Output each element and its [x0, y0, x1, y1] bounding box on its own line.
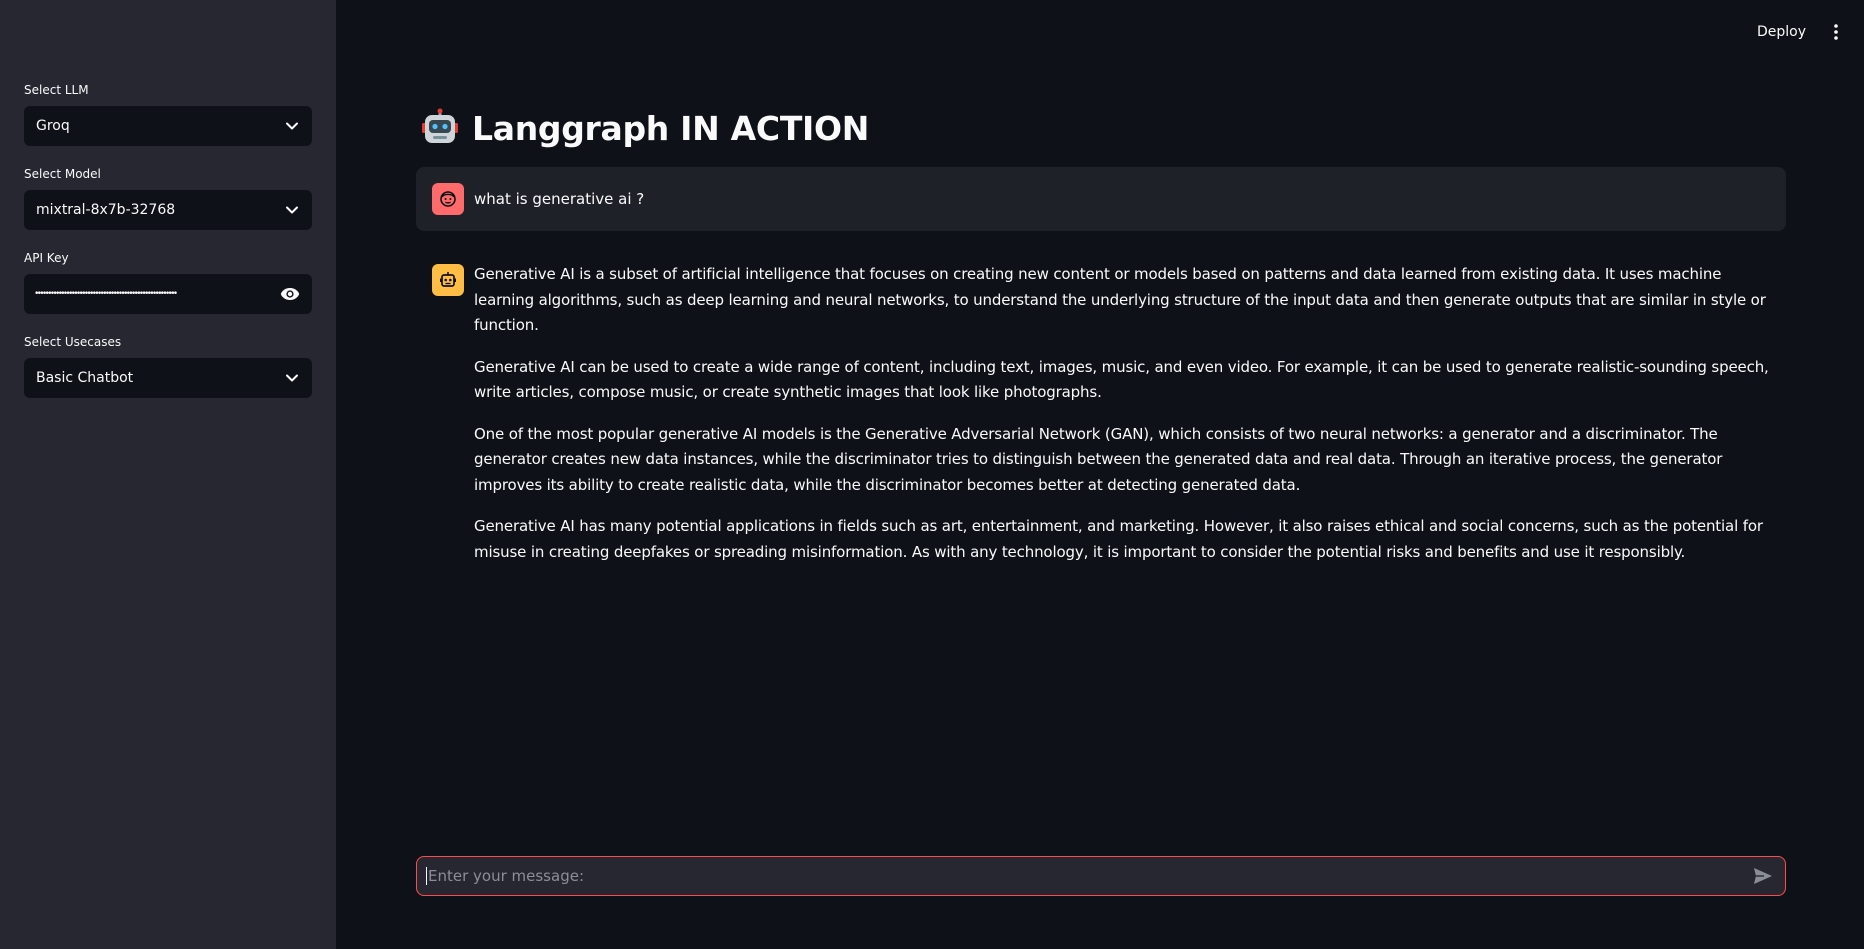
api-key-label: API Key [24, 251, 69, 265]
app-root: Select LLM Groq Select Model mixtral-8x7… [0, 0, 1864, 949]
kebab-menu-icon[interactable] [1826, 20, 1846, 44]
chat-message-assistant: Generative AI is a subset of artificial … [416, 262, 1786, 581]
assistant-message-content: Generative AI is a subset of artificial … [474, 262, 1784, 581]
send-icon[interactable] [1749, 862, 1777, 890]
select-model-value: mixtral-8x7b-32768 [36, 202, 176, 218]
chat-input-container [416, 856, 1786, 896]
chevron-down-icon [284, 370, 300, 386]
robot-emoji-icon [420, 108, 460, 148]
top-toolbar: Deploy [1751, 0, 1864, 64]
chevron-down-icon [284, 118, 300, 134]
chevron-down-icon [284, 202, 300, 218]
select-llm-field: Select LLM Groq [24, 82, 312, 146]
select-llm-value: Groq [36, 118, 70, 134]
select-usecase-dropdown[interactable]: Basic Chatbot [24, 358, 312, 398]
select-llm-label: Select LLM [24, 83, 89, 97]
api-key-input[interactable]: ••••••••••••••••••••••••••••••••••••••••… [24, 274, 312, 314]
chat-message-input[interactable] [426, 867, 1749, 885]
select-usecase-field: Select Usecases Basic Chatbot [24, 334, 312, 398]
user-face-icon [432, 183, 464, 215]
select-model-field: Select Model mixtral-8x7b-32768 [24, 166, 312, 230]
select-usecase-value: Basic Chatbot [36, 370, 134, 386]
assistant-paragraph: One of the most popular generative AI mo… [474, 424, 1723, 494]
assistant-paragraph: Generative AI is a subset of artificial … [474, 265, 1766, 334]
user-message-text: what is generative ai ? [474, 190, 645, 208]
chat-message-user: what is generative ai ? [416, 167, 1786, 231]
deploy-button[interactable]: Deploy [1751, 20, 1812, 44]
main-area: Deploy Langgraph IN ACTION what is gener… [336, 0, 1864, 949]
select-model-dropdown[interactable]: mixtral-8x7b-32768 [24, 190, 312, 230]
assistant-paragraph: Generative AI has many potential applica… [474, 517, 1763, 561]
page-title-row: Langgraph IN ACTION [420, 108, 869, 148]
eye-icon[interactable] [278, 282, 302, 306]
sidebar: Select LLM Groq Select Model mixtral-8x7… [0, 0, 336, 949]
select-usecase-label: Select Usecases [24, 335, 122, 349]
api-key-masked-value: ••••••••••••••••••••••••••••••••••••••••… [34, 289, 178, 299]
select-model-label: Select Model [24, 167, 101, 181]
api-key-field: API Key ••••••••••••••••••••••••••••••••… [24, 250, 312, 314]
robot-icon [432, 264, 464, 296]
page-title: Langgraph IN ACTION [472, 108, 870, 148]
assistant-paragraph: Generative AI can be used to create a wi… [474, 357, 1769, 402]
select-llm-dropdown[interactable]: Groq [24, 106, 312, 146]
